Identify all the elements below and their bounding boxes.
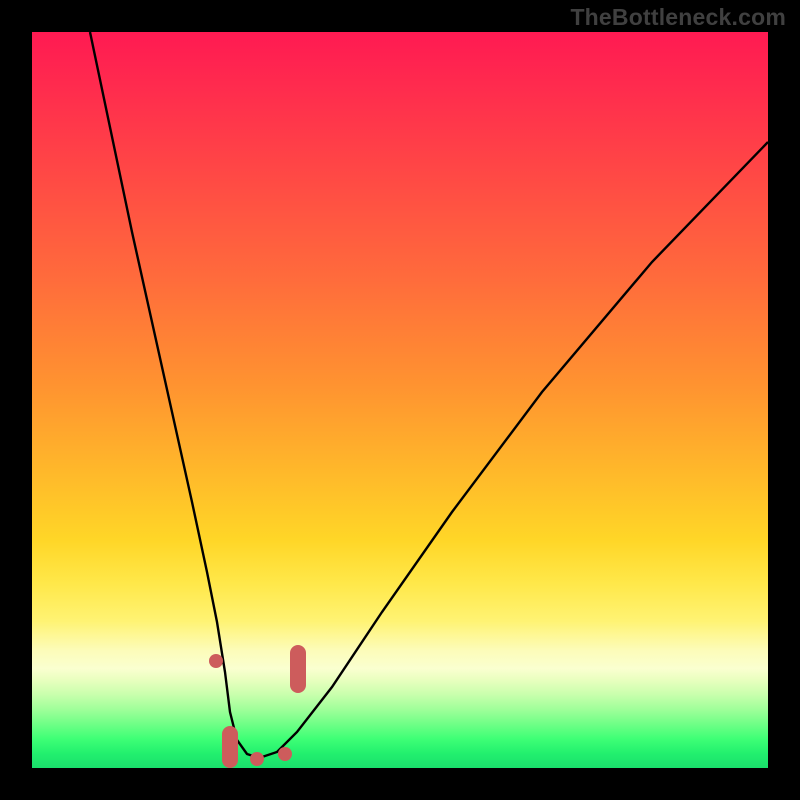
watermark-text: TheBottleneck.com	[570, 4, 786, 31]
chart-frame: TheBottleneck.com	[0, 0, 800, 800]
data-marker	[222, 726, 238, 768]
plot-area	[32, 32, 768, 768]
data-marker	[250, 752, 264, 766]
data-marker	[278, 747, 292, 761]
bottleneck-curve-path	[90, 32, 768, 758]
data-marker	[290, 645, 306, 693]
chart-svg	[32, 32, 768, 768]
data-marker	[209, 654, 223, 668]
